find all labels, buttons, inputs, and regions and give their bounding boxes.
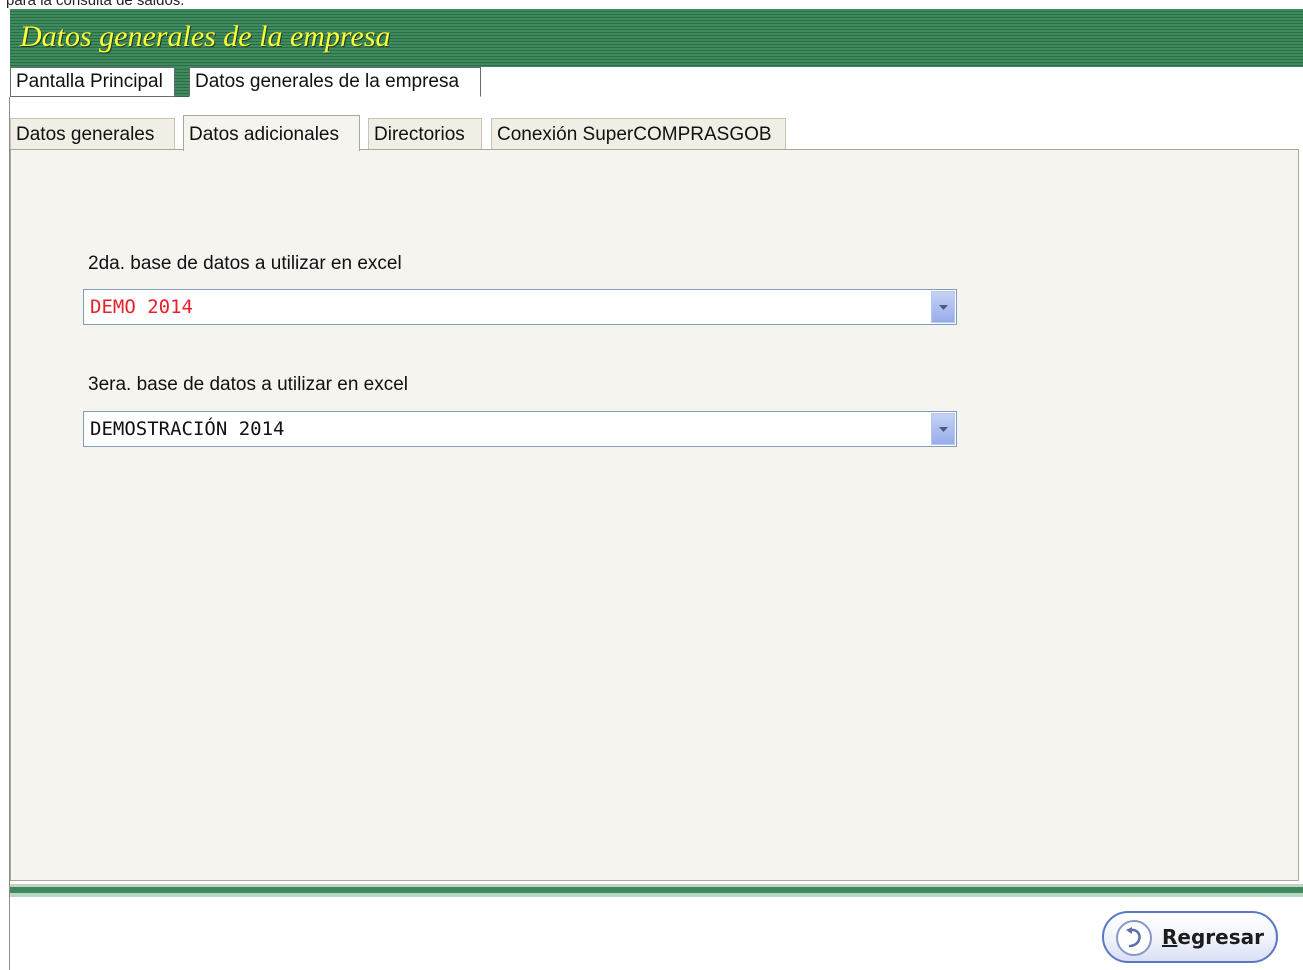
tab-panel-datos-adicionales: 2da. base de datos a utilizar en excel D…	[10, 149, 1299, 881]
chevron-down-icon	[939, 427, 948, 432]
second-db-select[interactable]: DEMO 2014	[83, 289, 957, 325]
regresar-button[interactable]: Regresar	[1102, 911, 1278, 963]
clipped-top-text: para la consulta de saldos.	[0, 0, 1303, 9]
third-db-label: 3era. base de datos a utilizar en excel	[88, 374, 409, 395]
subtab-datos-adicionales[interactable]: Datos adicionales	[183, 115, 360, 151]
tab-strip-background	[175, 67, 189, 97]
subtab-datos-generales[interactable]: Datos generales	[10, 118, 175, 150]
second-db-value: DEMO 2014	[90, 296, 193, 318]
clipped-text: para la consulta de saldos.	[6, 0, 185, 9]
third-db-value: DEMOSTRACIÓN 2014	[90, 418, 285, 440]
tab-pantalla-principal[interactable]: Pantalla Principal	[10, 67, 175, 97]
tab-datos-generales-empresa[interactable]: Datos generales de la empresa	[189, 67, 481, 97]
third-db-dropdown-button[interactable]	[931, 413, 955, 445]
subtab-directorios[interactable]: Directorios	[368, 118, 482, 150]
window-title: Datos generales de la empresa	[20, 20, 391, 53]
second-db-label: 2da. base de datos a utilizar en excel	[88, 253, 402, 274]
second-db-dropdown-button[interactable]	[931, 291, 955, 323]
subtab-conexion-supercomprasgob[interactable]: Conexión SuperCOMPRASGOB	[491, 118, 786, 150]
title-bar: Datos generales de la empresa	[10, 9, 1303, 67]
regresar-label: Regresar	[1162, 925, 1264, 949]
third-db-select[interactable]: DEMOSTRACIÓN 2014	[83, 411, 957, 447]
chevron-down-icon	[939, 305, 948, 310]
undo-arrow-icon	[1116, 920, 1152, 956]
